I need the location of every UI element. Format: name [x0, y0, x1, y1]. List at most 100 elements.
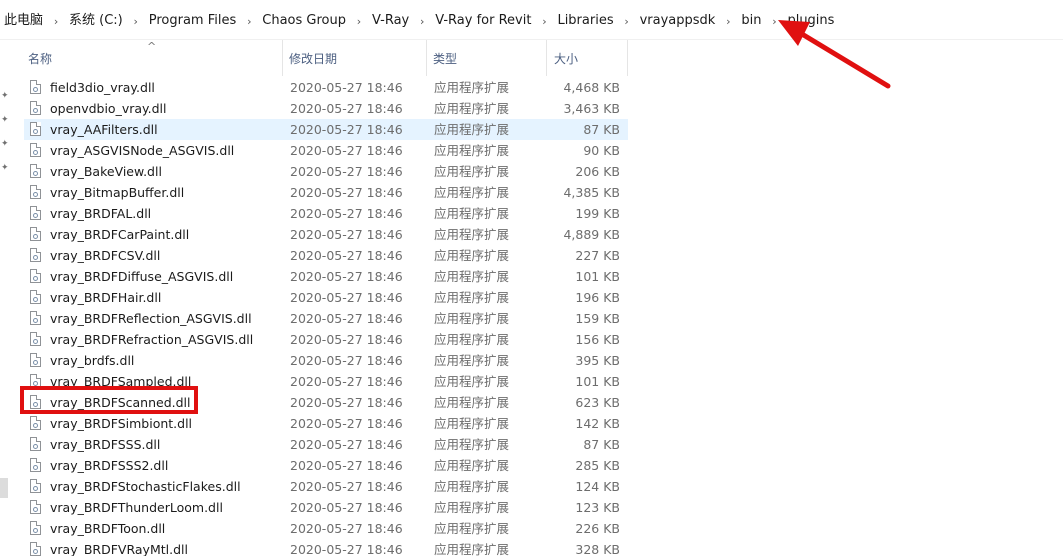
file-size: 3,463 KB [563, 101, 620, 116]
file-row[interactable]: vray_BRDFAL.dll 2020-05-27 18:46 应用程序扩展 199… [24, 203, 628, 224]
file-size: 142 KB [575, 416, 620, 431]
dll-file-icon [30, 521, 41, 535]
file-size: 4,468 KB [563, 80, 620, 95]
column-header-type[interactable]: 类型 [427, 40, 547, 76]
address-bar[interactable]: 此电脑 › 系统 (C:) › Program Files › Chaos Group › V-… [0, 0, 1063, 40]
chevron-right-icon[interactable]: › [616, 15, 638, 28]
file-row[interactable]: field3dio_vray.dll 2020-05-27 18:46 应用程序扩展… [24, 77, 628, 98]
file-row[interactable]: vray_BRDFSSS2.dll 2020-05-27 18:46 应用程序扩展 2… [24, 455, 628, 476]
file-type: 应用程序扩展 [434, 248, 510, 263]
file-name: vray_BRDFHair.dll [50, 290, 162, 305]
file-row[interactable]: vray_BRDFRefraction_ASGVIS.dll 2020-05-27… [24, 329, 628, 350]
annotation-arrow [778, 20, 891, 89]
chevron-right-icon[interactable]: › [125, 15, 147, 28]
file-row[interactable]: vray_brdfs.dll 2020-05-27 18:46 应用程序扩展 395 … [24, 350, 628, 371]
file-row[interactable]: vray_BRDFHair.dll 2020-05-27 18:46 应用程序扩展 1… [24, 287, 628, 308]
file-row[interactable]: vray_ASGVISNode_ASGVIS.dll 2020-05-27 18:… [24, 140, 628, 161]
chevron-right-icon[interactable]: › [45, 15, 67, 28]
file-row[interactable]: vray_BRDFVRayMtl.dll 2020-05-27 18:46 应用程序… [24, 539, 628, 556]
breadcrumb-item[interactable]: 此电脑 [2, 12, 45, 30]
chevron-right-icon[interactable]: › [411, 15, 433, 28]
navigation-pane[interactable]: ✦ ✦ ✦ ✦ [0, 40, 14, 556]
file-type: 应用程序扩展 [434, 311, 510, 326]
breadcrumb-item[interactable]: vrayappsdk [638, 12, 718, 30]
navigation-scrollbar[interactable] [0, 478, 8, 498]
file-name: vray_BRDFCSV.dll [50, 248, 161, 263]
file-type: 应用程序扩展 [434, 164, 510, 179]
file-row[interactable]: vray_BitmapBuffer.dll 2020-05-27 18:46 应用程… [24, 182, 628, 203]
file-size: 206 KB [575, 164, 620, 179]
file-date-modified: 2020-05-27 18:46 [290, 248, 403, 263]
file-date-modified: 2020-05-27 18:46 [290, 353, 403, 368]
file-type: 应用程序扩展 [434, 521, 510, 536]
pin-icon: ✦ [1, 139, 9, 149]
file-row[interactable]: vray_BRDFThunderLoom.dll 2020-05-27 18:46… [24, 497, 628, 518]
file-size: 90 KB [583, 143, 620, 158]
file-row[interactable]: vray_AAFilters.dll 2020-05-27 18:46 应用程序扩展… [24, 119, 628, 140]
file-type: 应用程序扩展 [434, 353, 510, 368]
file-size: 124 KB [575, 479, 620, 494]
dll-file-icon [30, 311, 41, 325]
file-date-modified: 2020-05-27 18:46 [290, 479, 403, 494]
file-date-modified: 2020-05-27 18:46 [290, 206, 403, 221]
file-row[interactable]: vray_BRDFCarPaint.dll 2020-05-27 18:46 应用程… [24, 224, 628, 245]
column-header-row: ^ 名称 修改日期 类型 大小 [22, 40, 628, 76]
file-type: 应用程序扩展 [434, 101, 510, 116]
file-type: 应用程序扩展 [434, 458, 510, 473]
dll-file-icon [30, 437, 41, 451]
column-header-name[interactable]: 名称 [22, 40, 283, 76]
breadcrumb-item[interactable]: Chaos Group [260, 12, 348, 30]
dll-file-icon [30, 122, 41, 136]
file-row[interactable]: vray_BakeView.dll 2020-05-27 18:46 应用程序扩展 2… [24, 161, 628, 182]
file-name: vray_BRDFReflection_ASGVIS.dll [50, 311, 252, 326]
file-type: 应用程序扩展 [434, 269, 510, 284]
file-type: 应用程序扩展 [434, 185, 510, 200]
breadcrumb-item[interactable]: 系统 (C:) [67, 12, 125, 30]
file-date-modified: 2020-05-27 18:46 [290, 101, 403, 116]
file-row[interactable]: vray_BRDFReflection_ASGVIS.dll 2020-05-27… [24, 308, 628, 329]
chevron-right-icon[interactable]: › [533, 15, 555, 28]
file-size: 159 KB [575, 311, 620, 326]
column-header-date-modified[interactable]: 修改日期 [283, 40, 427, 76]
breadcrumb-item[interactable]: Libraries [555, 12, 615, 30]
column-header-size[interactable]: 大小 [547, 40, 628, 76]
file-type: 应用程序扩展 [434, 290, 510, 305]
chevron-right-icon[interactable]: › [348, 15, 370, 28]
file-date-modified: 2020-05-27 18:46 [290, 437, 403, 452]
annotation-arrow-head [778, 20, 810, 46]
file-name: vray_BRDFRefraction_ASGVIS.dll [50, 332, 254, 347]
file-list: field3dio_vray.dll 2020-05-27 18:46 应用程序扩展… [24, 77, 628, 556]
file-row[interactable]: vray_BRDFToon.dll 2020-05-27 18:46 应用程序扩展 2… [24, 518, 628, 539]
breadcrumb-item[interactable]: V-Ray [370, 12, 411, 30]
file-name: field3dio_vray.dll [50, 80, 155, 95]
file-type: 应用程序扩展 [434, 479, 510, 494]
breadcrumb-item[interactable]: bin [739, 12, 763, 30]
annotation-highlight-box [20, 386, 198, 414]
file-row[interactable]: vray_BRDFSSS.dll 2020-05-27 18:46 应用程序扩展 87… [24, 434, 628, 455]
file-name: vray_brdfs.dll [50, 353, 135, 368]
chevron-right-icon[interactable]: › [238, 15, 260, 28]
file-explorer-window: 此电脑 › 系统 (C:) › Program Files › Chaos Group › V-… [0, 0, 1063, 556]
file-row[interactable]: vray_BRDFCSV.dll 2020-05-27 18:46 应用程序扩展 22… [24, 245, 628, 266]
dll-file-icon [30, 290, 41, 304]
breadcrumb-item[interactable]: Program Files [147, 12, 239, 30]
file-row[interactable]: vray_BRDFStochasticFlakes.dll 2020-05-27 … [24, 476, 628, 497]
pin-icon: ✦ [1, 115, 9, 125]
file-size: 156 KB [575, 332, 620, 347]
annotation-arrow-shaft [789, 25, 891, 89]
dll-file-icon [30, 101, 41, 115]
chevron-right-icon[interactable]: › [717, 15, 739, 28]
file-date-modified: 2020-05-27 18:46 [290, 521, 403, 536]
breadcrumb-item[interactable]: V-Ray for Revit [433, 12, 533, 30]
file-row[interactable]: openvdbio_vray.dll 2020-05-27 18:46 应用程序扩展… [24, 98, 628, 119]
file-date-modified: 2020-05-27 18:46 [290, 311, 403, 326]
file-row[interactable]: vray_BRDFDiffuse_ASGVIS.dll 2020-05-27 18… [24, 266, 628, 287]
file-type: 应用程序扩展 [434, 332, 510, 347]
file-name: openvdbio_vray.dll [50, 101, 167, 116]
dll-file-icon [30, 206, 41, 220]
file-type: 应用程序扩展 [434, 395, 510, 410]
breadcrumb: 此电脑 › 系统 (C:) › Program Files › Chaos Group › V-… [2, 12, 836, 30]
file-size: 87 KB [583, 437, 620, 452]
file-row[interactable]: vray_BRDFSimbiont.dll 2020-05-27 18:46 应用程… [24, 413, 628, 434]
file-name: vray_BRDFSSS.dll [50, 437, 161, 452]
